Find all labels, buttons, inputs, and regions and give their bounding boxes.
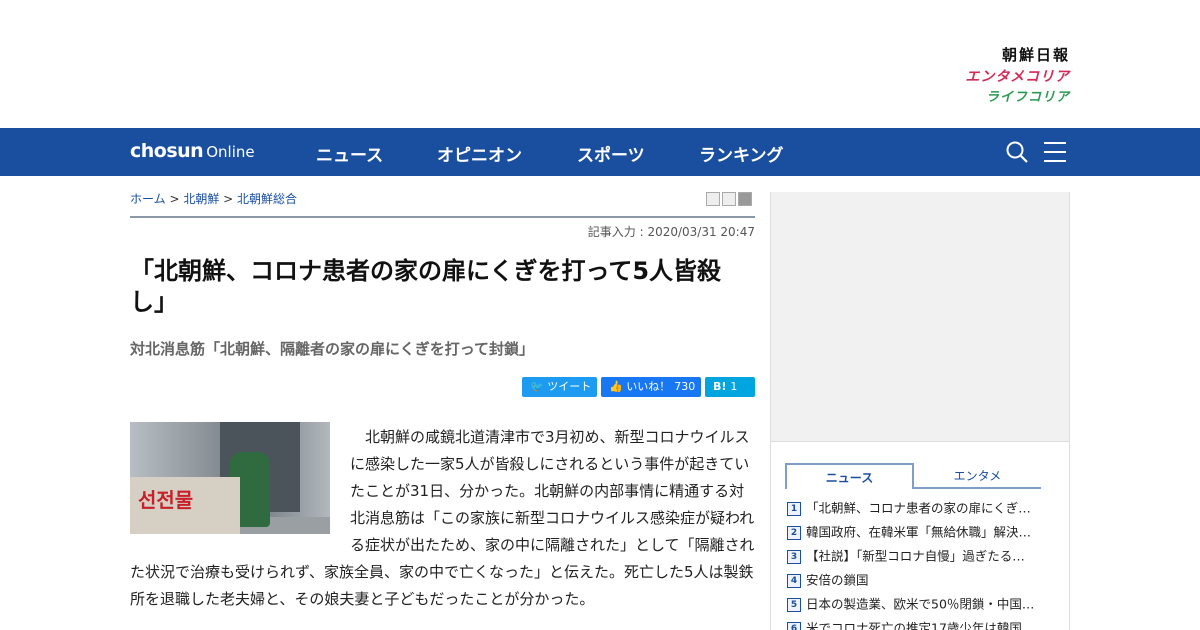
article-body: 北朝鮮の咸鏡北道清津市で3月初め、新型コロナウイルスに感染した一家5人が皆殺しに… bbox=[130, 424, 755, 613]
text-view-icon[interactable] bbox=[722, 192, 736, 206]
ranking-item[interactable]: 4 安倍の鎖国 bbox=[787, 570, 1057, 594]
nav-item-sports[interactable]: スポーツ bbox=[577, 141, 645, 166]
rank-title: 米でコロナ死亡の推定17歳少年は韓国… bbox=[806, 620, 1035, 630]
logo-main-text: chosun bbox=[130, 140, 204, 162]
breadcrumb-home[interactable]: ホーム bbox=[130, 192, 166, 206]
hatena-count: 1 bbox=[730, 380, 738, 393]
life-korea-logo[interactable]: ライフコリア bbox=[930, 88, 1070, 108]
ranking-tabs: ニュース エンタメ bbox=[785, 463, 1041, 489]
ranking-item[interactable]: 6 米でコロナ死亡の推定17歳少年は韓国… bbox=[787, 618, 1057, 630]
tab-news[interactable]: ニュース bbox=[785, 463, 914, 489]
tweet-button[interactable]: 🐦 ツイート bbox=[522, 377, 597, 397]
ranking-item[interactable]: 1 「北朝鮮、コロナ患者の家の扉にくぎ… bbox=[787, 498, 1057, 522]
rank-title: 【社説】「新型コロナ自慢」過ぎたる… bbox=[806, 548, 1025, 564]
back-arrow-icon[interactable] bbox=[738, 192, 752, 206]
tab-entame[interactable]: エンタメ bbox=[914, 463, 1041, 489]
rank-number: 1 bbox=[787, 501, 801, 516]
sidebar-ad-slot bbox=[770, 192, 1070, 442]
search-icon[interactable] bbox=[1006, 141, 1028, 163]
article-subhead: 対北消息筋「北朝鮮、隔離者の家の扉にくぎを打って封鎖」 bbox=[130, 340, 534, 358]
article-date: 記事入力 : 2020/03/31 20:47 bbox=[587, 225, 755, 239]
breadcrumb: ホーム > 北朝鮮 > 北朝鮮総合 bbox=[130, 190, 297, 207]
entame-korea-logo[interactable]: エンタメコリア bbox=[930, 66, 1070, 88]
print-icon[interactable] bbox=[706, 192, 720, 206]
site-logo[interactable]: chosun Online bbox=[130, 140, 255, 162]
breadcrumb-north-korea-general[interactable]: 北朝鮮総合 bbox=[237, 192, 297, 206]
thumbs-up-icon: 👍 bbox=[609, 380, 623, 393]
main-navbar: chosun Online ニュース オピニオン スポーツ ランキング bbox=[0, 128, 1200, 176]
hatena-label: B! bbox=[713, 380, 727, 393]
rank-title: 韓国政府、在韓米軍「無給休職」解決… bbox=[806, 524, 1032, 540]
nav-item-ranking[interactable]: ランキング bbox=[699, 141, 784, 166]
breadcrumb-sep: > bbox=[165, 192, 184, 206]
like-label: いいね！ bbox=[626, 380, 671, 393]
rank-title: 安倍の鎖国 bbox=[806, 572, 869, 588]
chosun-ilbo-logo[interactable]: 朝鮮日報 bbox=[930, 44, 1070, 66]
ranking-item[interactable]: 2 韓国政府、在韓米軍「無給休職」解決… bbox=[787, 522, 1057, 546]
twitter-bird-icon: 🐦 bbox=[530, 380, 544, 393]
hatena-bookmark-button[interactable]: B! 1 bbox=[705, 377, 755, 397]
like-count: 730 bbox=[674, 380, 696, 393]
rank-title: 「北朝鮮、コロナ患者の家の扉にくぎ… bbox=[806, 500, 1031, 516]
ranking-item[interactable]: 3 【社説】「新型コロナ自慢」過ぎたる… bbox=[787, 546, 1057, 570]
tweet-label: ツイート bbox=[547, 380, 592, 393]
nav-item-news[interactable]: ニュース bbox=[316, 141, 383, 166]
logo-sub-text: Online bbox=[206, 143, 255, 161]
rank-number: 5 bbox=[787, 597, 801, 612]
breadcrumb-sep: > bbox=[219, 192, 238, 206]
article-tools bbox=[704, 192, 752, 211]
hamburger-menu-icon[interactable] bbox=[1044, 142, 1066, 162]
facebook-like-button[interactable]: 👍 いいね！ 730 bbox=[601, 377, 701, 397]
rank-number: 6 bbox=[787, 621, 801, 630]
ranking-list: 1 「北朝鮮、コロナ患者の家の扉にくぎ… 2 韓国政府、在韓米軍「無給休職」解決… … bbox=[787, 498, 1057, 630]
breadcrumb-north-korea[interactable]: 北朝鮮 bbox=[183, 192, 219, 206]
brand-links: 朝鮮日報 エンタメコリア ライフコリア bbox=[930, 44, 1070, 108]
rank-number: 2 bbox=[787, 525, 801, 540]
article-headline: 「北朝鮮、コロナ患者の家の扉にくぎを打って5人皆殺し」 bbox=[130, 257, 722, 316]
rank-number: 4 bbox=[787, 573, 801, 588]
ranking-item[interactable]: 5 日本の製造業、欧米で50％閉鎖・中国… bbox=[787, 594, 1057, 618]
nav-item-opinion[interactable]: オピニオン bbox=[437, 141, 522, 166]
rank-number: 3 bbox=[787, 549, 801, 564]
rank-title: 日本の製造業、欧米で50％閉鎖・中国… bbox=[806, 596, 1035, 612]
header-divider bbox=[130, 216, 755, 218]
